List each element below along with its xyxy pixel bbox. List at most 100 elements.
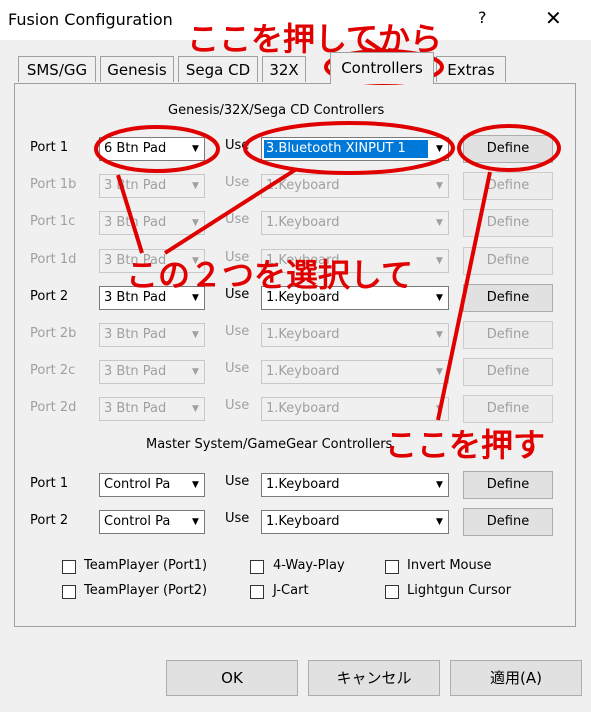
chevron-down-icon: ▼ <box>436 144 443 154</box>
controller-type-select: 3 Btn Pad ▼ <box>99 323 205 347</box>
annotation-text-2: この２つを選択して <box>126 256 414 294</box>
input-device-select: 1.Keyboard ▼ <box>261 323 449 347</box>
define-button[interactable]: Define <box>463 508 553 536</box>
close-button[interactable]: ✕ <box>545 6 562 30</box>
port-label: Port 1b <box>30 177 77 193</box>
chevron-down-icon: ▼ <box>192 181 199 192</box>
annotation-text-3: ここを押す <box>385 426 546 464</box>
teamplayer-port2-checkbox[interactable] <box>62 585 76 599</box>
4-way-play-checkbox[interactable] <box>250 560 264 574</box>
port-label: Port 2b <box>30 326 77 341</box>
controller-type-select: 3 Btn Pad ▼ <box>99 211 205 236</box>
chevron-down-icon: ▼ <box>436 181 443 192</box>
controller-type-value: 3 Btn Pad <box>104 178 167 194</box>
invert-mouse-checkbox[interactable] <box>385 560 399 574</box>
controllers-panel <box>14 83 576 627</box>
input-device-select: 1.Keyboard ▼ <box>261 174 449 199</box>
controller-type-select[interactable]: 6 Btn Pad ▼ <box>99 137 205 161</box>
define-button: Define <box>463 246 553 275</box>
chevron-down-icon: ▼ <box>436 292 443 303</box>
controller-type-value: Control Pa <box>104 477 171 492</box>
chevron-down-icon: ▼ <box>192 517 199 527</box>
use-label: Use <box>225 324 250 339</box>
chevron-down-icon: ▼ <box>192 218 199 229</box>
input-device-select: 1.Keyboard ▼ <box>261 211 449 236</box>
input-device-select: 1.Keyboard ▼ <box>261 360 449 385</box>
input-device-value: 1.Keyboard <box>266 364 340 380</box>
lightgun-cursor-checkbox[interactable] <box>385 585 399 599</box>
chevron-down-icon: ▼ <box>192 480 199 490</box>
input-device-select[interactable]: 1.Keyboard ▼ <box>261 510 449 534</box>
teamplayer-port2-label: TeamPlayer (Port2) <box>84 583 208 598</box>
port-label: Port 1 <box>30 476 69 491</box>
define-button[interactable]: Define <box>463 283 553 312</box>
input-device-value: 1.Keyboard <box>266 178 340 194</box>
input-device-value: 1.Keyboard <box>266 401 340 417</box>
controller-type-select: 3 Btn Pad ▼ <box>99 397 205 422</box>
chevron-down-icon: ▼ <box>192 367 199 378</box>
tab-controllers[interactable]: Controllers <box>330 52 434 84</box>
port-label: Port 2 <box>30 288 69 304</box>
window-title: Fusion Configuration <box>8 10 173 29</box>
port-label: Port 2 <box>30 513 69 528</box>
4-way-play-label: 4-Way-Play <box>273 558 345 573</box>
genesis-section-title: Genesis/32X/Sega CD Controllers <box>168 103 385 118</box>
use-label: Use <box>225 212 250 228</box>
lightgun-cursor-label: Lightgun Cursor <box>407 583 512 598</box>
controller-type-value: 3 Btn Pad <box>104 401 167 417</box>
chevron-down-icon: ▼ <box>192 144 199 154</box>
chevron-down-icon: ▼ <box>436 404 443 415</box>
input-device-select[interactable]: 3.Bluetooth XINPUT 1 ▼ <box>261 137 449 161</box>
controller-type-select: 3 Btn Pad ▼ <box>99 360 205 385</box>
invert-mouse-label: Invert Mouse <box>407 558 492 573</box>
tab-sms-gg[interactable]: SMS/GG <box>18 56 96 82</box>
use-label: Use <box>225 361 250 377</box>
port-label: Port 1c <box>30 214 76 230</box>
controller-type-value: 6 Btn Pad <box>104 141 167 156</box>
input-device-value: 1.Keyboard <box>266 215 340 231</box>
controller-type-select: 3 Btn Pad ▼ <box>99 174 205 199</box>
sms-section-title: Master System/GameGear Controllers <box>146 437 393 452</box>
use-label: Use <box>225 398 250 414</box>
controller-type-value: 3 Btn Pad <box>104 327 167 342</box>
cancel-button[interactable]: キャンセル <box>308 660 440 696</box>
port-label: Port 2c <box>30 363 76 379</box>
define-button[interactable]: Define <box>463 135 553 163</box>
port-label: Port 1 <box>30 140 69 155</box>
use-label: Use <box>225 474 250 489</box>
tab-genesis[interactable]: Genesis <box>100 56 174 82</box>
define-button: Define <box>463 209 553 238</box>
controller-type-value: 3 Btn Pad <box>104 215 167 231</box>
use-label: Use <box>225 511 250 526</box>
define-button[interactable]: Define <box>463 471 553 499</box>
chevron-down-icon: ▼ <box>192 330 199 340</box>
chevron-down-icon: ▼ <box>436 480 443 490</box>
define-button: Define <box>463 321 553 349</box>
teamplayer-port1-checkbox[interactable] <box>62 560 76 574</box>
j-cart-checkbox[interactable] <box>250 585 264 599</box>
controller-type-value: 3 Btn Pad <box>104 364 167 380</box>
define-button: Define <box>463 172 553 201</box>
use-label: Use <box>225 175 250 191</box>
controller-type-select[interactable]: Control Pa ▼ <box>99 473 205 497</box>
input-device-select: 1.Keyboard ▼ <box>261 397 449 422</box>
input-device-value: 3.Bluetooth XINPUT 1 <box>264 140 428 158</box>
chevron-down-icon: ▼ <box>436 218 443 229</box>
chevron-down-icon: ▼ <box>192 404 199 415</box>
tab-extras[interactable]: Extras <box>436 56 506 82</box>
chevron-down-icon: ▼ <box>436 255 443 266</box>
chevron-down-icon: ▼ <box>436 517 443 527</box>
input-device-value: 1.Keyboard <box>266 477 340 492</box>
help-button[interactable]: ? <box>478 8 487 27</box>
use-label: Use <box>225 138 250 153</box>
chevron-down-icon: ▼ <box>436 367 443 378</box>
port-label: Port 2d <box>30 400 77 416</box>
controller-type-select[interactable]: Control Pa ▼ <box>99 510 205 534</box>
input-device-value: 1.Keyboard <box>266 327 340 342</box>
controller-type-value: Control Pa <box>104 514 171 529</box>
ok-button[interactable]: OK <box>166 660 298 696</box>
apply-button[interactable]: 適用(A) <box>450 660 582 696</box>
input-device-value: 1.Keyboard <box>266 514 340 529</box>
input-device-select[interactable]: 1.Keyboard ▼ <box>261 473 449 497</box>
j-cart-label: J-Cart <box>273 583 309 598</box>
